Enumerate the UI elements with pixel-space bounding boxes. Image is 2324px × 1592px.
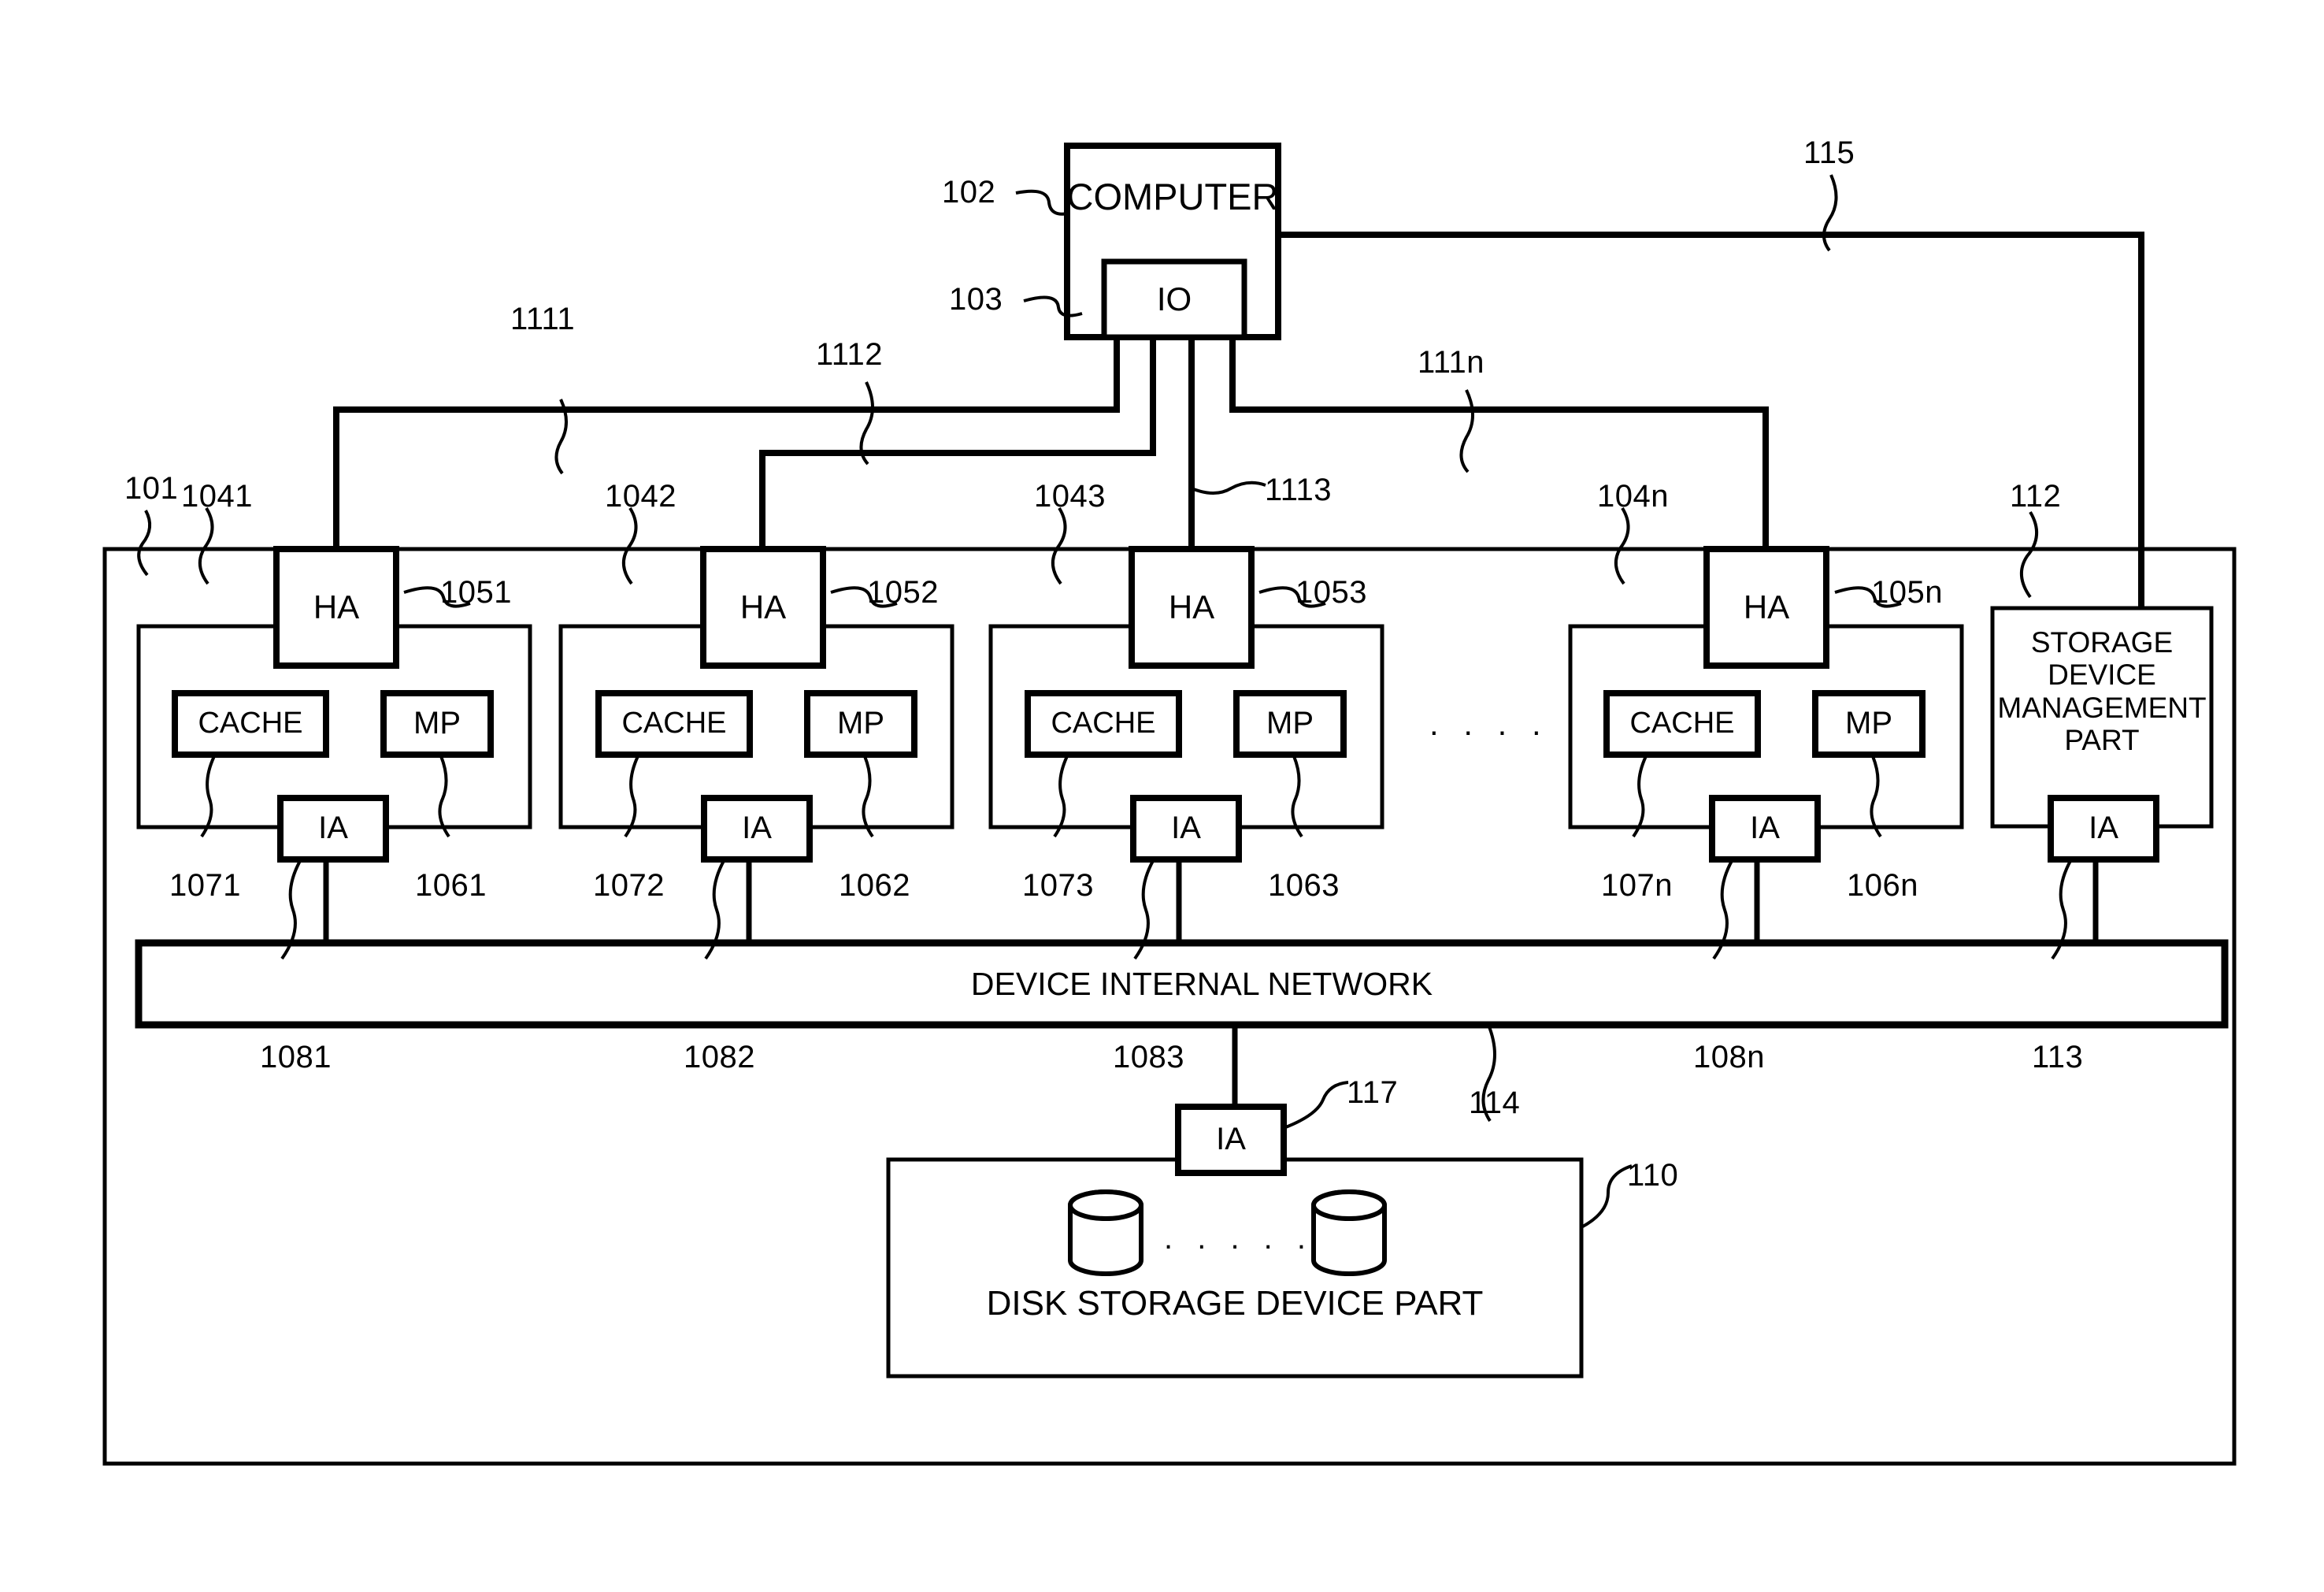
management-part-line-1: STORAGE [2030, 626, 2174, 659]
ia-label-1: IA [318, 811, 348, 846]
ref-104n: 104n [1597, 479, 1669, 514]
leader-1071 [200, 755, 216, 838]
ref-1053: 1053 [1295, 575, 1367, 610]
mp-label-n: MP [1845, 706, 1892, 741]
ha-label-n: HA [1743, 588, 1790, 626]
disk-ellipsis: . . . . . [1164, 1221, 1314, 1256]
diagram-linework [102, 143, 2237, 1466]
leader-104n [1614, 507, 1630, 585]
cluster-ellipsis: . . . . . [1429, 705, 1584, 742]
mp-label-3: MP [1266, 706, 1314, 741]
ia-label-management: IA [2089, 811, 2118, 846]
leader-1063 [1291, 755, 1303, 838]
management-part-line-2: DEVICE [2048, 659, 2156, 692]
ref-115: 115 [1803, 135, 1855, 170]
ref-111n: 111n [1418, 345, 1485, 380]
leader-1042 [622, 507, 638, 585]
leader-1072 [624, 755, 639, 838]
leader-102 [1015, 189, 1069, 216]
ref-106n: 106n [1847, 868, 1918, 903]
patent-figure-canvas: COMPUTER IO HA HA HA HA CACHE CACHE CACH… [0, 0, 2324, 1592]
leader-101 [137, 510, 152, 577]
leader-1043 [1051, 507, 1067, 585]
ref-1043: 1043 [1034, 479, 1106, 514]
ref-1082: 1082 [684, 1040, 755, 1074]
management-part-label: STORAGE DEVICE MANAGEMENT PART [1992, 626, 2211, 757]
ref-1112: 1112 [816, 337, 884, 372]
ref-110: 110 [1627, 1158, 1679, 1193]
ia-label-2: IA [742, 811, 772, 846]
leader-107n [1632, 755, 1648, 838]
ref-113: 113 [2032, 1040, 2084, 1074]
ref-1051: 1051 [440, 575, 512, 610]
ref-117: 117 [1347, 1075, 1399, 1110]
ref-108n: 108n [1693, 1040, 1765, 1074]
ref-1062: 1062 [839, 868, 910, 903]
ha-label-2: HA [739, 588, 787, 626]
ha-label-3: HA [1168, 588, 1215, 626]
leader-111n [1459, 389, 1474, 473]
ref-1052: 1052 [867, 575, 939, 610]
management-part-line-3: MANAGEMENT [1997, 691, 2207, 724]
connection-111n [1229, 337, 1769, 549]
ref-1111: 1111 [510, 302, 576, 336]
leader-110 [1581, 1164, 1633, 1229]
connection-1111 [333, 337, 1120, 549]
mp-label-1: MP [413, 706, 461, 741]
io-label: IO [1156, 280, 1192, 318]
ref-101: 101 [124, 471, 179, 506]
leader-117 [1283, 1081, 1349, 1130]
disk-cylinder-left [1068, 1189, 1143, 1276]
ref-1042: 1042 [605, 479, 676, 514]
ref-1063: 1063 [1268, 868, 1340, 903]
ref-1071: 1071 [169, 868, 241, 903]
leader-1041 [198, 507, 214, 585]
ia-label-disk: IA [1216, 1122, 1246, 1157]
leader-1062 [862, 755, 874, 838]
ref-1073: 1073 [1022, 868, 1094, 903]
leader-106n [1870, 755, 1882, 838]
ref-112: 112 [2010, 479, 2062, 514]
leader-115 [1822, 174, 1838, 252]
leader-1113 [1191, 481, 1266, 495]
disk-cylinder-right [1311, 1189, 1387, 1276]
ref-1072: 1072 [593, 868, 665, 903]
ref-1081: 1081 [260, 1040, 332, 1074]
device-internal-network-label: DEVICE INTERNAL NETWORK [970, 965, 1433, 1002]
ia-label-3: IA [1171, 811, 1201, 846]
ref-103: 103 [949, 282, 1003, 317]
ref-102: 102 [942, 175, 996, 210]
mp-label-2: MP [837, 706, 884, 741]
ref-1113: 1113 [1265, 473, 1333, 507]
management-part-line-4: PART [2064, 724, 2140, 757]
cache-label-n: CACHE [1629, 707, 1735, 740]
computer-label: COMPUTER [1066, 175, 1279, 217]
ref-107n: 107n [1601, 868, 1673, 903]
cache-label-3: CACHE [1051, 707, 1156, 740]
ref-1061: 1061 [415, 868, 487, 903]
cache-label-1: CACHE [198, 707, 303, 740]
ref-1083: 1083 [1113, 1040, 1184, 1074]
leader-1073 [1053, 755, 1069, 838]
leader-1061 [438, 755, 450, 838]
disk-storage-part-label: DISK STORAGE DEVICE PART [986, 1284, 1484, 1323]
ref-105n: 105n [1871, 575, 1943, 610]
cache-label-2: CACHE [621, 707, 727, 740]
leader-112 [2020, 510, 2039, 599]
ref-1041: 1041 [181, 479, 253, 514]
disk-storage-part-box [886, 1157, 1584, 1379]
ia-label-n: IA [1750, 811, 1780, 846]
ha-label-1: HA [313, 588, 360, 626]
ref-114: 114 [1469, 1085, 1521, 1120]
